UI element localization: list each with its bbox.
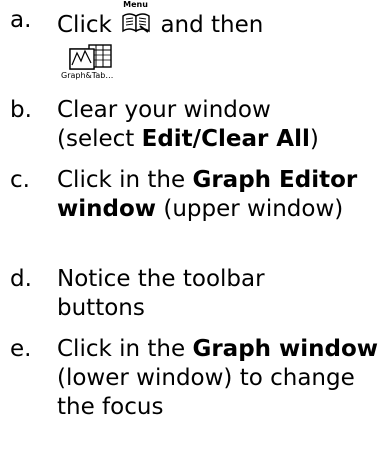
window-name: Graph window — [192, 336, 379, 362]
step-text: Click in the Graph Editor window (upper … — [57, 166, 387, 224]
step-text: Click in the Graph window (lower window)… — [57, 335, 387, 422]
step-marker: e. — [10, 336, 32, 362]
step-text-prefix: (select — [57, 126, 142, 152]
menu-icon-caption: Menu — [123, 0, 148, 9]
menu-book-icon[interactable]: Menu — [121, 0, 151, 36]
step-marker: c. — [10, 167, 30, 193]
step-marker: a. — [10, 7, 32, 33]
graph-table-icon[interactable]: Graph&Tab… — [61, 43, 121, 83]
step-line: Clear your window — [57, 97, 271, 123]
step-text-suffix: (upper window) — [156, 196, 344, 222]
step-text: Clear your window (select Edit/Clear All… — [57, 96, 387, 154]
step-text-suffix: (lower window) to change the focus — [57, 365, 355, 420]
step-marker: b. — [10, 97, 32, 123]
step-text-before: Click — [57, 12, 112, 38]
menu-path: Edit/Clear All — [141, 126, 310, 152]
step-text-after: and then — [160, 12, 264, 38]
step-line: buttons — [57, 295, 145, 321]
step-text: Click Menu and then — [57, 0, 387, 40]
step-text: Notice the toolbar buttons — [57, 265, 387, 323]
step-line: Notice the toolbar — [57, 266, 265, 292]
step-text-suffix: ) — [309, 126, 319, 152]
graph-table-caption: Graph&Tab… — [61, 71, 114, 80]
step-text-prefix: Click in the — [57, 167, 193, 193]
step-text-prefix: Click in the — [57, 336, 193, 362]
step-marker: d. — [10, 266, 32, 292]
